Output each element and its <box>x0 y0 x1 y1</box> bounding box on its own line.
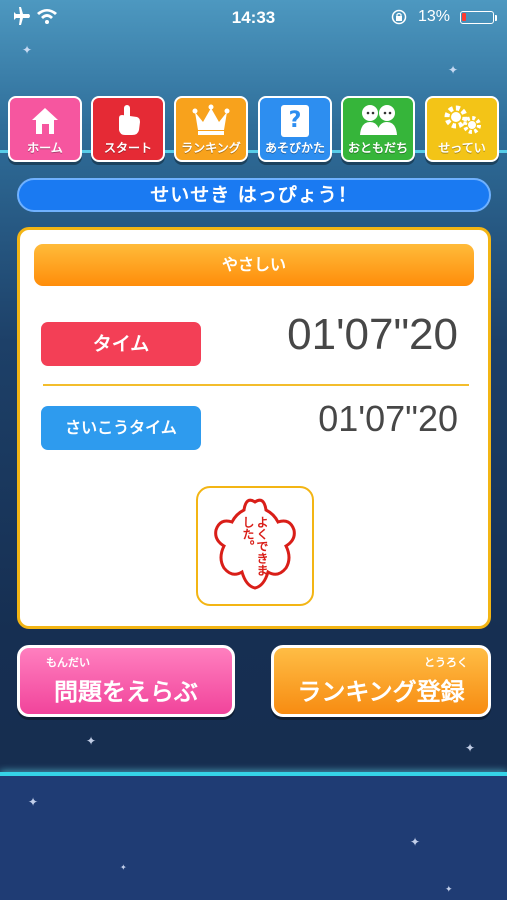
battery-level-fill <box>462 13 466 21</box>
ranking-register-label: ランキング登録 <box>297 678 465 706</box>
nav-ranking-label: ランキング <box>181 141 241 155</box>
star-decoration: ✦ <box>410 835 421 849</box>
ranking-register-button[interactable]: とうろく ランキング登録 <box>271 645 491 717</box>
battery-nub <box>495 15 497 21</box>
select-problem-label: 問題をえらぶ <box>54 678 198 706</box>
nav-settings-button[interactable]: せってい <box>425 96 499 162</box>
results-title-banner: せいせき はっぴょう！ <box>17 178 491 212</box>
result-divider <box>43 384 469 386</box>
nav-friends-label: おともだち <box>347 141 408 155</box>
nav-start-button[interactable]: スタート <box>91 96 165 162</box>
achievement-stamp: よくできました。 <box>196 486 314 606</box>
ranking-register-ruby: とうろく <box>424 656 468 669</box>
select-problem-button[interactable]: もんだい 問題をえらぶ <box>17 645 235 717</box>
gears-icon <box>441 103 483 141</box>
time-value: 01'07"20 <box>287 310 458 359</box>
pointing-hand-icon <box>111 103 145 141</box>
nav-settings-label: せってい <box>438 141 486 155</box>
time-label-badge: タイム <box>41 322 201 366</box>
nav-friends-button[interactable]: おともだち <box>341 96 415 162</box>
difficulty-bar: やさしい <box>34 244 474 286</box>
home-icon <box>28 103 62 141</box>
nav-start-label: スタート <box>103 141 152 155</box>
nav-howtoplay-label: あそびかた <box>264 141 325 155</box>
star-decoration: ✦ <box>465 741 476 755</box>
star-decoration: ✦ <box>120 863 127 872</box>
select-problem-ruby: もんだい <box>46 656 90 669</box>
bottom-starfield: ✦ ✦ ✦ ✦ <box>0 776 507 900</box>
nav-howtoplay-button[interactable]: ? あそびかた <box>258 96 332 162</box>
star-decoration: ✦ <box>445 885 453 895</box>
best-time-label-badge: さいこうタイム <box>41 406 201 450</box>
battery-percent: 13% <box>418 8 451 25</box>
star-decoration: ✦ <box>448 63 459 77</box>
star-decoration: ✦ <box>22 43 33 57</box>
question-mark-icon: ? <box>281 105 309 137</box>
nav-home-label: ホーム <box>27 141 63 155</box>
result-card: やさしい タイム 01'07"20 さいこうタイム 01'07"20 よくできま… <box>17 227 491 629</box>
nav-ranking-button[interactable]: ランキング <box>174 96 248 162</box>
rotation-lock-icon <box>391 9 407 30</box>
best-time-value: 01'07"20 <box>318 398 458 439</box>
star-decoration: ✦ <box>86 734 97 748</box>
status-bar: 14:33 13% <box>0 0 507 34</box>
battery-icon <box>460 11 494 24</box>
crown-icon <box>192 103 230 141</box>
stamp-text: よくできました。 <box>241 516 269 576</box>
friends-icon <box>357 103 399 141</box>
nav-home-button[interactable]: ホーム <box>8 96 82 162</box>
star-decoration: ✦ <box>28 795 39 809</box>
